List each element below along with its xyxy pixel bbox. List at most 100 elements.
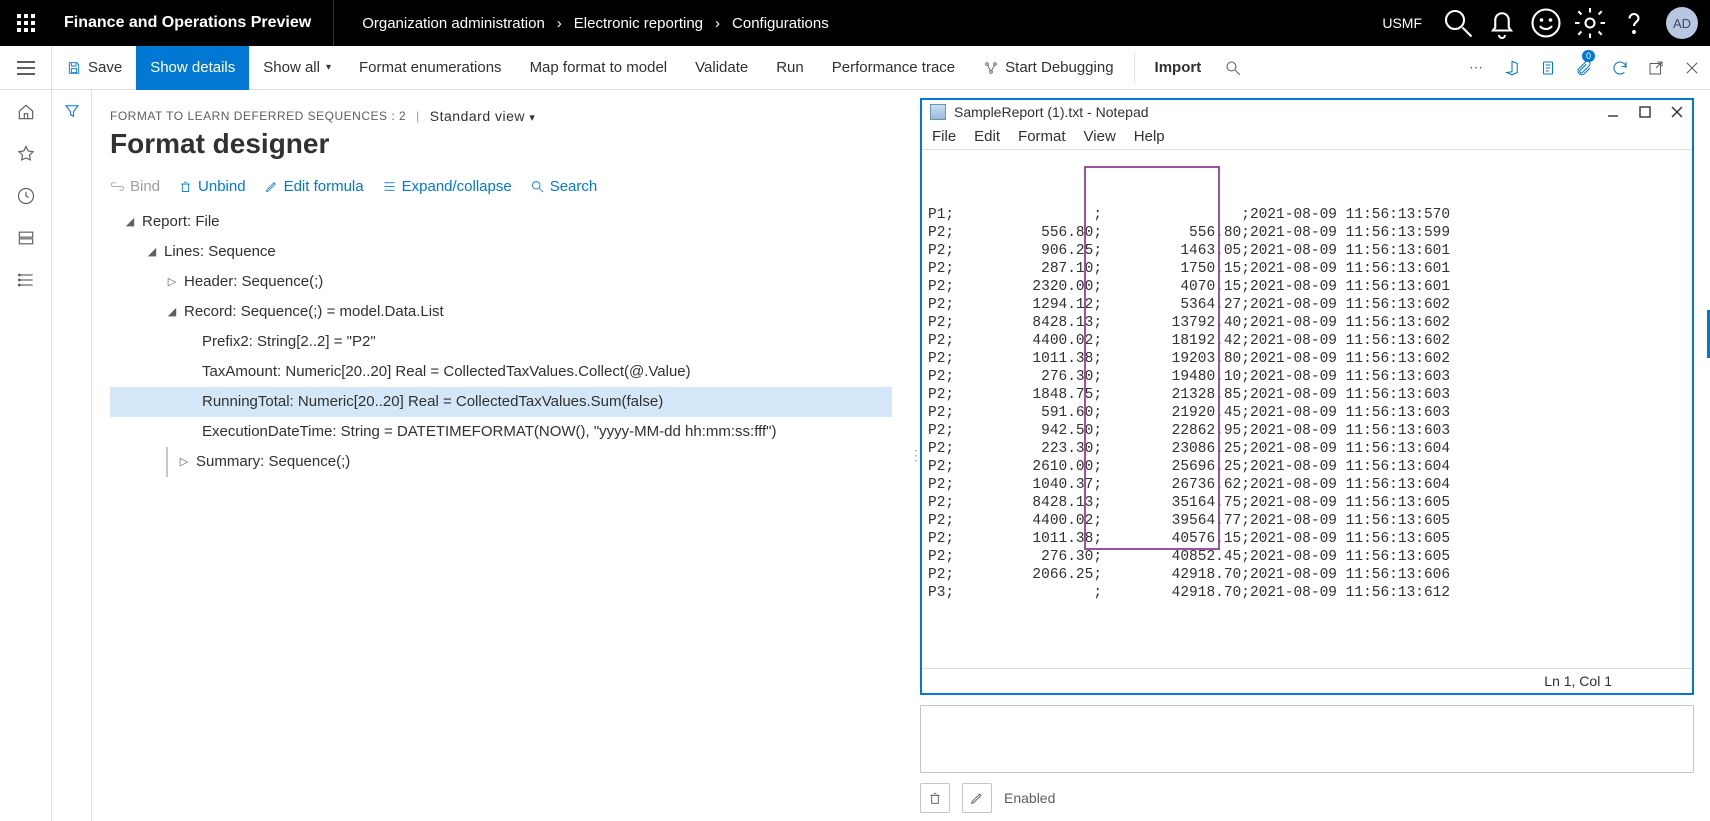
- tree-node-summary[interactable]: ▷Summary: Sequence(;): [110, 447, 892, 477]
- gear-icon[interactable]: [1572, 0, 1608, 46]
- save-label: Save: [88, 59, 122, 76]
- attachments-count[interactable]: 0: [1566, 46, 1602, 90]
- menu-edit[interactable]: Edit: [974, 128, 1000, 145]
- unbind-button[interactable]: Unbind: [178, 178, 246, 195]
- run-button[interactable]: Run: [762, 46, 818, 90]
- collapse-icon: ◢: [124, 207, 136, 237]
- nav-toggle[interactable]: [0, 46, 52, 90]
- app-title: Finance and Operations Preview: [52, 0, 334, 46]
- tree-node-lines[interactable]: ◢Lines: Sequence: [110, 237, 892, 267]
- refresh-icon[interactable]: [1602, 46, 1638, 90]
- validate-button[interactable]: Validate: [681, 46, 762, 90]
- workspace-icon[interactable]: [16, 228, 36, 248]
- bind-label: Bind: [130, 178, 160, 195]
- recent-icon[interactable]: [16, 186, 36, 206]
- breadcrumb-item[interactable]: Organization administration: [362, 15, 545, 32]
- page-subhead: FORMAT TO LEARN DEFERRED SEQUENCES : 2 |…: [110, 108, 892, 124]
- chevron-right-icon: ›: [557, 15, 562, 32]
- tree-label: Prefix2: String[2..2] = "P2": [202, 327, 376, 357]
- enabled-label: Enabled: [1004, 790, 1055, 806]
- left-rail: [0, 90, 52, 821]
- edit-formula-label: Edit formula: [284, 178, 364, 195]
- bell-icon[interactable]: [1484, 0, 1520, 46]
- modules-icon[interactable]: [16, 270, 36, 290]
- top-nav: Finance and Operations Preview Organizat…: [0, 0, 1710, 46]
- save-button[interactable]: Save: [52, 46, 136, 90]
- attach-icon[interactable]: [1530, 46, 1566, 90]
- more-icon[interactable]: ⋯: [1458, 46, 1494, 90]
- tree-label: TaxAmount: Numeric[20..20] Real = Collec…: [202, 357, 691, 387]
- collapse-icon: ◢: [146, 237, 158, 267]
- notepad-content[interactable]: P1; ; ;2021-08-09 11:56:13:570 P2; 556.8…: [922, 150, 1692, 668]
- expand-collapse-label: Expand/collapse: [402, 178, 512, 195]
- view-selector[interactable]: Standard view ▾: [430, 108, 536, 124]
- avatar[interactable]: AD: [1666, 7, 1698, 39]
- search-button[interactable]: Search: [530, 178, 598, 195]
- delete-button[interactable]: [920, 783, 950, 813]
- tree-node-prefix[interactable]: Prefix2: String[2..2] = "P2": [110, 327, 892, 357]
- breadcrumb-item[interactable]: Electronic reporting: [574, 15, 703, 32]
- find-icon[interactable]: [1215, 46, 1251, 90]
- close-icon[interactable]: [1674, 46, 1710, 90]
- performance-trace-button[interactable]: Performance trace: [818, 46, 969, 90]
- edit-button[interactable]: [962, 783, 992, 813]
- app-launcher[interactable]: [0, 0, 52, 46]
- tree-node-execdatetime[interactable]: ExecutionDateTime: String = DATETIMEFORM…: [110, 417, 892, 447]
- waffle-icon: [17, 14, 35, 32]
- enabled-row: Enabled: [920, 783, 1694, 813]
- help-icon[interactable]: [1616, 0, 1652, 46]
- office-icon[interactable]: [1494, 46, 1530, 90]
- menu-file[interactable]: File: [932, 128, 956, 145]
- attachment-box[interactable]: [920, 705, 1694, 773]
- show-details-button[interactable]: Show details: [136, 46, 249, 90]
- notepad-icon: [930, 104, 946, 120]
- format-tree: ◢Report: File ◢Lines: Sequence ▷Header: …: [110, 207, 892, 477]
- notepad-titlebar[interactable]: SampleReport (1).txt - Notepad: [922, 100, 1692, 124]
- tree-label: RunningTotal: Numeric[20..20] Real = Col…: [202, 387, 663, 417]
- designer-toolbar: Bind Unbind Edit formula Expand/collapse: [110, 178, 892, 195]
- edit-formula-button[interactable]: Edit formula: [264, 178, 364, 195]
- menu-format[interactable]: Format: [1018, 128, 1066, 145]
- tree-label: ExecutionDateTime: String = DATETIMEFORM…: [202, 417, 776, 447]
- designer-pane: FORMAT TO LEARN DEFERRED SEQUENCES : 2 |…: [92, 90, 912, 821]
- menu-view[interactable]: View: [1084, 128, 1116, 145]
- badge-count: 0: [1582, 50, 1595, 62]
- tree-node-record[interactable]: ◢Record: Sequence(;) = model.Data.List: [110, 297, 892, 327]
- filter-icon[interactable]: [63, 102, 81, 821]
- chevron-down-icon: ▾: [326, 62, 331, 73]
- close-icon[interactable]: [1670, 105, 1684, 119]
- format-enumerations-button[interactable]: Format enumerations: [345, 46, 516, 90]
- expand-icon: ▷: [178, 447, 190, 477]
- menu-help[interactable]: Help: [1134, 128, 1165, 145]
- format-name: FORMAT TO LEARN DEFERRED SEQUENCES : 2: [110, 109, 406, 123]
- map-format-button[interactable]: Map format to model: [516, 46, 682, 90]
- notepad-menu: File Edit Format View Help: [922, 124, 1692, 150]
- expand-icon: ▷: [166, 267, 178, 297]
- command-bar: Save Show details Show all ▾ Format enum…: [0, 46, 1710, 90]
- unbind-label: Unbind: [198, 178, 246, 195]
- tree-label: Header: Sequence(;): [184, 267, 323, 297]
- star-icon[interactable]: [16, 144, 36, 164]
- show-all-label: Show all: [263, 59, 320, 76]
- preview-pane: SampleReport (1).txt - Notepad File Edit…: [920, 90, 1710, 821]
- import-button[interactable]: Import: [1141, 46, 1216, 90]
- tree-node-runningtotal[interactable]: RunningTotal: Numeric[20..20] Real = Col…: [110, 387, 892, 417]
- popout-icon[interactable]: [1638, 46, 1674, 90]
- tree-node-header[interactable]: ▷Header: Sequence(;): [110, 267, 892, 297]
- bind-button[interactable]: Bind: [110, 178, 160, 195]
- tree-node-taxamount[interactable]: TaxAmount: Numeric[20..20] Real = Collec…: [110, 357, 892, 387]
- minimize-icon[interactable]: [1606, 105, 1620, 119]
- show-all-button[interactable]: Show all ▾: [249, 46, 345, 90]
- home-icon[interactable]: [16, 102, 36, 122]
- expand-collapse-button[interactable]: Expand/collapse: [382, 178, 512, 195]
- splitter[interactable]: ⋮: [912, 90, 920, 821]
- maximize-icon[interactable]: [1638, 105, 1652, 119]
- search-icon[interactable]: [1440, 0, 1476, 46]
- smile-icon[interactable]: [1528, 0, 1564, 46]
- org-label[interactable]: USMF: [1372, 15, 1432, 31]
- tree-node-report[interactable]: ◢Report: File: [110, 207, 892, 237]
- menu-icon: [17, 61, 35, 75]
- breadcrumb-item[interactable]: Configurations: [732, 15, 829, 32]
- drag-handle-icon: [166, 447, 168, 477]
- start-debugging-button[interactable]: Start Debugging: [969, 46, 1127, 90]
